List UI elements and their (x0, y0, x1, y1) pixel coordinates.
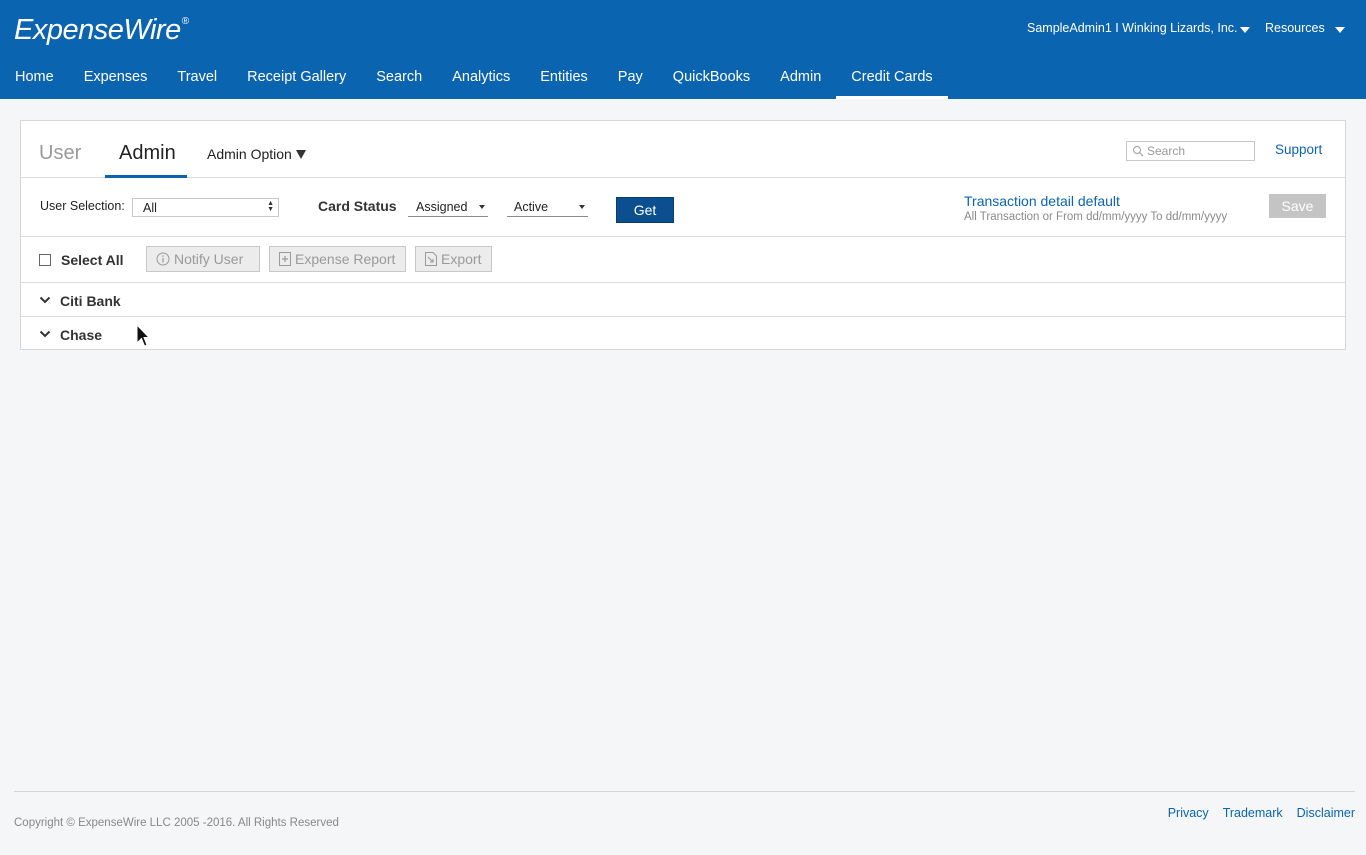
export-button[interactable]: Export (415, 246, 492, 272)
expensewire-logo[interactable]: ExpenseWire® (14, 14, 189, 47)
top-header: ExpenseWire® SampleAdmin1 I Winking Liza… (0, 0, 1366, 99)
admin-option-dropdown[interactable]: Admin Option (207, 146, 306, 162)
group-row-citi-bank[interactable]: Citi Bank (21, 283, 1345, 317)
nav-search[interactable]: Search (361, 60, 437, 99)
search-field[interactable] (1126, 141, 1255, 161)
copyright-text: Copyright © ExpenseWire LLC 2005 -2016. … (14, 817, 339, 829)
select-all-label[interactable]: Select All (61, 252, 124, 268)
nav-home[interactable]: Home (0, 60, 69, 99)
info-icon (156, 252, 170, 266)
footer-divider (14, 791, 1355, 792)
nav-quickbooks[interactable]: QuickBooks (658, 60, 765, 99)
caret-down-icon (295, 149, 306, 159)
save-button[interactable]: Save (1269, 194, 1326, 218)
tab-user[interactable]: User (39, 142, 81, 165)
group-label: Citi Bank (60, 293, 121, 309)
tab-admin[interactable]: Admin (119, 142, 176, 165)
nav-expenses[interactable]: Expenses (69, 60, 163, 99)
search-icon (1132, 145, 1144, 157)
nav-travel[interactable]: Travel (162, 60, 232, 99)
chevron-down-icon[interactable] (1335, 27, 1345, 33)
transaction-hint: All Transaction or From dd/mm/yyyy To dd… (964, 211, 1228, 223)
updown-icon: ▲ ▼ (267, 200, 274, 213)
mouse-pointer-icon (136, 324, 150, 347)
footer-links: Privacy Trademark Disclaimer (1168, 806, 1355, 820)
action-row: Select All Notify User Expense Report Ex… (21, 237, 1345, 283)
add-document-icon (279, 252, 291, 266)
user-selection-select[interactable]: All ▲ ▼ (132, 198, 279, 217)
nav-entities[interactable]: Entities (525, 60, 603, 99)
chevron-down-icon (39, 330, 51, 338)
group-label: Chase (60, 327, 103, 343)
nav-admin[interactable]: Admin (765, 60, 836, 99)
nav-receipt-gallery[interactable]: Receipt Gallery (232, 60, 361, 99)
expense-report-button[interactable]: Expense Report (269, 246, 406, 272)
resources-menu[interactable]: Resources (1265, 21, 1325, 35)
group-row-chase[interactable]: Chase (21, 317, 1345, 351)
activity-status-select[interactable]: Active (507, 198, 588, 217)
select-all-checkbox[interactable] (39, 254, 51, 266)
nav-credit-cards[interactable]: Credit Cards (836, 60, 949, 99)
search-input[interactable] (1127, 142, 1254, 160)
card-status-select[interactable]: Assigned (408, 198, 488, 217)
card-status-label: Card Status (318, 198, 397, 214)
caret-down-icon (479, 205, 485, 209)
trademark-link[interactable]: Trademark (1223, 806, 1283, 820)
credit-cards-panel: User Admin Admin Option Support User Sel… (20, 120, 1346, 350)
chevron-down-icon (39, 296, 51, 304)
transaction-detail-default-link[interactable]: Transaction detail default (964, 193, 1120, 209)
caret-down-icon (579, 205, 585, 209)
tabs-row: User Admin Admin Option Support (21, 121, 1345, 178)
disclaimer-link[interactable]: Disclaimer (1297, 806, 1355, 820)
nav-pay[interactable]: Pay (603, 60, 658, 99)
privacy-link[interactable]: Privacy (1168, 806, 1209, 820)
nav-analytics[interactable]: Analytics (437, 60, 525, 99)
support-link[interactable]: Support (1275, 142, 1322, 157)
user-selection-label: User Selection: (40, 199, 125, 213)
notify-user-button[interactable]: Notify User (146, 246, 260, 272)
chevron-down-icon[interactable] (1240, 27, 1250, 33)
main-nav: Home Expenses Travel Receipt Gallery Sea… (0, 60, 949, 99)
export-icon (425, 252, 437, 266)
get-button[interactable]: Get (616, 197, 674, 223)
filter-row: User Selection: All ▲ ▼ Card Status Assig… (21, 178, 1345, 237)
account-menu[interactable]: SampleAdmin1 I Winking Lizards, Inc. (1027, 21, 1238, 35)
